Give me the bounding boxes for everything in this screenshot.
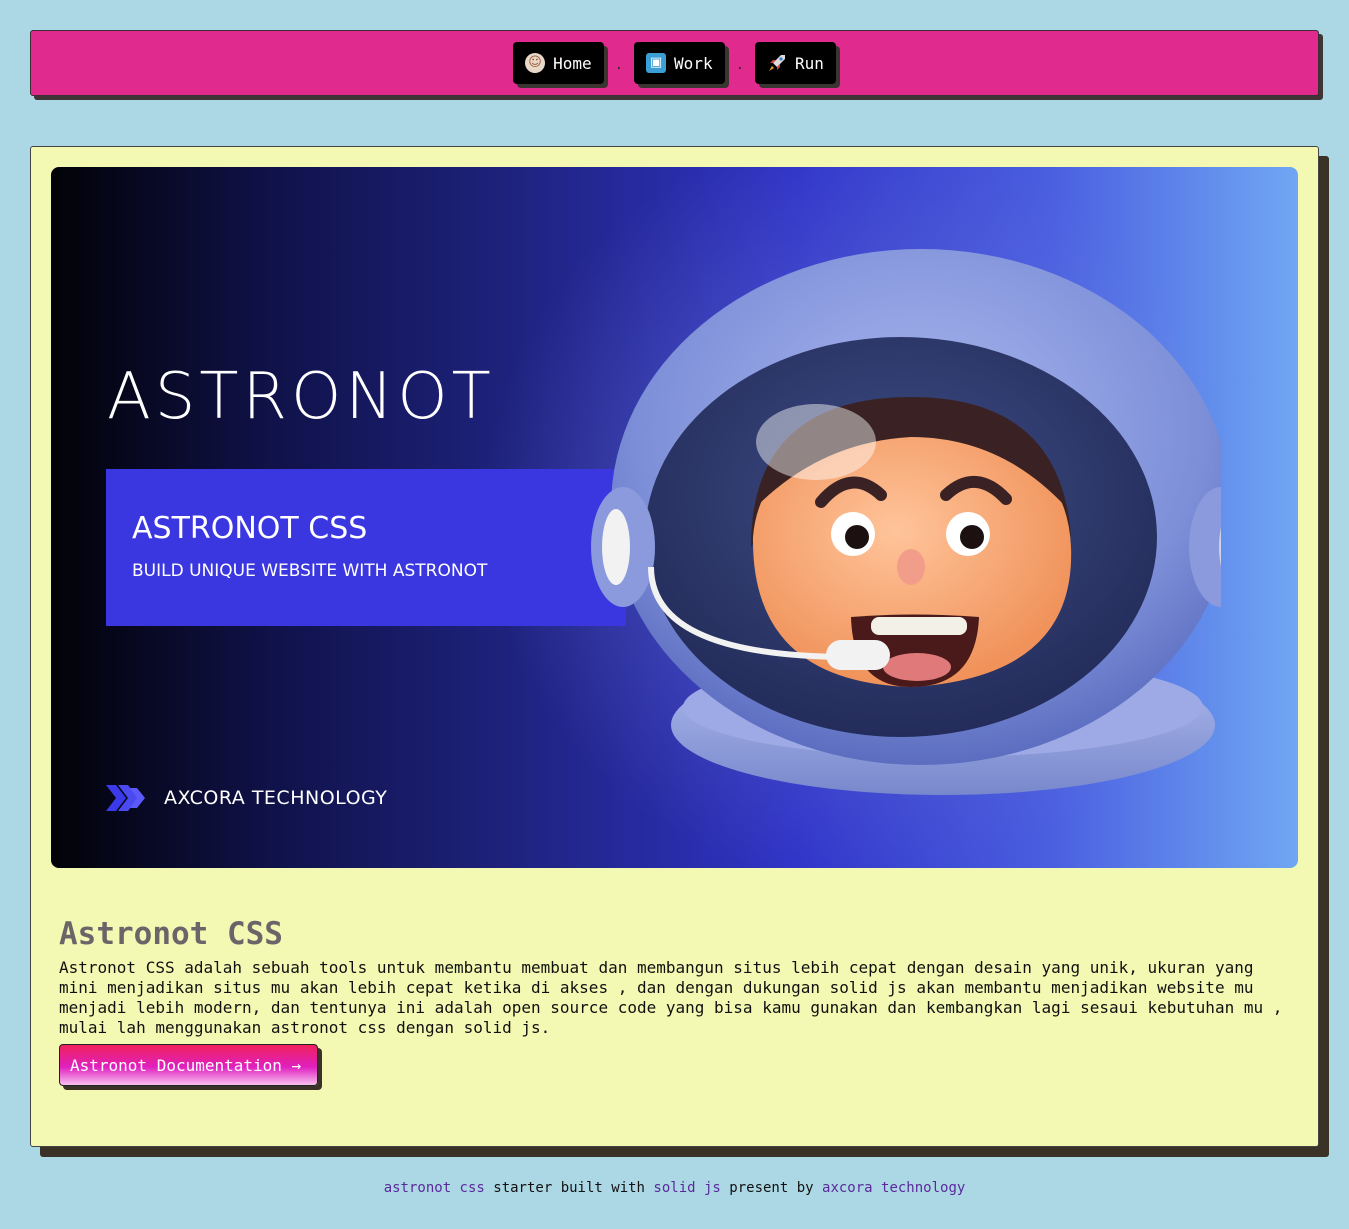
footer-link-axcora[interactable]: axcora technology xyxy=(822,1180,965,1196)
nav-work-label: Work xyxy=(674,53,713,73)
nav-separator: . xyxy=(735,57,745,73)
page-description: Astronot CSS adalah sebuah tools untuk m… xyxy=(59,958,1283,1037)
astronaut-illustration xyxy=(591,249,1221,795)
nav-home-label: Home xyxy=(553,53,592,73)
nav-run-label: Run xyxy=(795,53,824,73)
top-navbar: ☺ Home . ▣ Work . Run xyxy=(30,30,1319,96)
footer: astronot css starter built with solid js… xyxy=(0,1180,1349,1196)
technologist-icon: ▣ xyxy=(646,53,667,73)
hero-box-subtitle: BUILD UNIQUE WEBSITE WITH ASTRONOT xyxy=(132,561,488,581)
hero-brand-name: AXCORA TECHNOLOGY xyxy=(164,787,388,809)
footer-text: present by xyxy=(720,1180,823,1196)
nav-work-button[interactable]: ▣ Work xyxy=(634,42,725,84)
astronaut-icon: ☺ xyxy=(525,53,546,73)
hero-title: ASTRONOT xyxy=(107,360,495,434)
footer-link-astronot[interactable]: astronot css xyxy=(384,1180,485,1196)
hero-brand: AXCORA TECHNOLOGY xyxy=(106,785,387,811)
nav-separator: . xyxy=(614,57,624,73)
page-title: Astronot CSS xyxy=(59,915,283,952)
nav-home-button[interactable]: ☺ Home xyxy=(513,42,604,84)
hero-banner-image: ASTRONOT ASTRONOT CSS BUILD UNIQUE WEBSI… xyxy=(51,167,1298,868)
documentation-button[interactable]: Astronot Documentation → xyxy=(59,1044,318,1086)
hero-box-title: ASTRONOT CSS xyxy=(132,511,368,546)
hero-box: ASTRONOT CSS BUILD UNIQUE WEBSITE WITH A… xyxy=(106,469,626,626)
chevrons-logo-icon xyxy=(106,785,145,811)
footer-text: starter built with xyxy=(484,1180,654,1196)
rocket-icon xyxy=(767,53,787,73)
footer-link-solidjs[interactable]: solid js xyxy=(653,1180,720,1196)
nav-run-button[interactable]: Run xyxy=(755,42,836,84)
main-card: ASTRONOT ASTRONOT CSS BUILD UNIQUE WEBSI… xyxy=(30,146,1319,1147)
